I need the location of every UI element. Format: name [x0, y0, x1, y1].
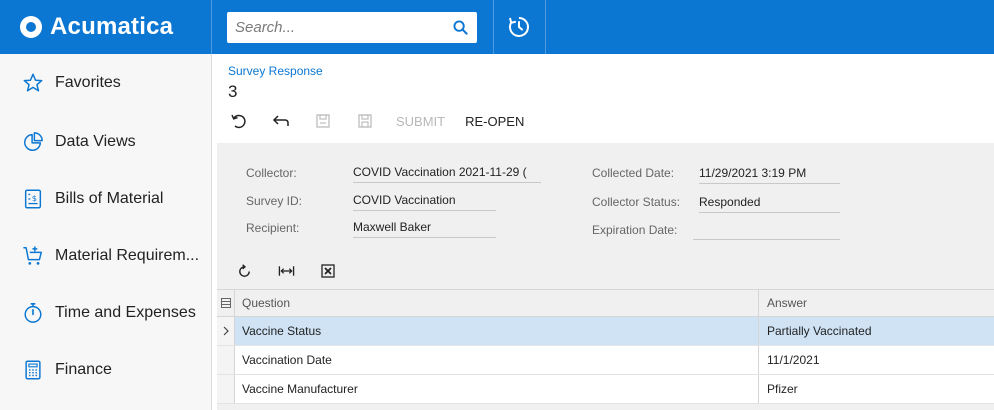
search-box[interactable] [227, 12, 477, 43]
column-selector-button[interactable] [217, 290, 235, 316]
breadcrumb[interactable]: Survey Response [228, 64, 323, 78]
search-input[interactable] [235, 19, 451, 36]
table-row[interactable]: Vaccine Status Partially Vaccinated [217, 317, 994, 346]
page-title: 3 [228, 82, 238, 101]
search-icon[interactable] [451, 19, 469, 37]
form-toolbar: SUBMIT RE-OPEN [228, 110, 544, 132]
main-content: Survey Response 3 SUBMIT RE-OPEN Collect… [212, 54, 994, 410]
stopwatch-icon [22, 302, 44, 324]
bill-icon: $ [22, 188, 44, 210]
collector-status-field[interactable]: Responded [699, 193, 840, 213]
collected-date-field[interactable]: 11/29/2021 3:19 PM [699, 164, 840, 184]
brand-name: Acumatica [50, 13, 174, 40]
sidebar-item-material-requirements[interactable]: Material Requirem... [0, 236, 211, 276]
save-and-close-button[interactable] [312, 110, 334, 132]
svg-text:$: $ [32, 193, 37, 203]
expiration-date-field[interactable] [693, 220, 840, 240]
answer-cell[interactable]: 11/1/2021 [759, 346, 994, 374]
survey-id-label: Survey ID: [246, 194, 303, 208]
pie-chart-icon [22, 131, 44, 153]
cart-plus-icon [22, 245, 44, 267]
logo[interactable]: Acumatica [0, 0, 211, 54]
submit-label: SUBMIT [396, 113, 446, 129]
question-cell[interactable]: Vaccine Status [235, 317, 759, 345]
sidebar-item-label: Finance [55, 361, 112, 378]
grid-header: Question Answer [217, 289, 994, 317]
acumatica-logo-icon [20, 16, 42, 38]
topbar-divider [211, 0, 212, 54]
refresh-button[interactable] [234, 261, 254, 281]
fit-to-screen-button[interactable] [276, 261, 296, 281]
undo-button[interactable] [228, 110, 250, 132]
refresh-icon [238, 263, 250, 277]
row-selector[interactable] [217, 346, 235, 374]
sidebar-item-label: Material Requirem... [55, 247, 200, 264]
star-icon [22, 72, 44, 94]
column-header-question[interactable]: Question [235, 290, 759, 316]
question-cell[interactable]: Vaccine Manufacturer [235, 375, 759, 403]
answer-cell[interactable]: Pfizer [759, 375, 994, 403]
collector-status-label: Collector Status: [592, 195, 681, 209]
reopen-label: RE-OPEN [465, 113, 525, 129]
chevron-right-icon [223, 326, 229, 336]
sidebar-item-favorites[interactable]: Favorites [0, 63, 211, 103]
sidebar-item-label: Favorites [55, 74, 121, 91]
sidebar-item-finance[interactable]: Finance [0, 350, 211, 390]
recipient-field[interactable]: Maxwell Baker [353, 218, 496, 238]
export-excel-button[interactable] [318, 261, 338, 281]
table-row[interactable]: Vaccination Date 11/1/2021 [217, 346, 994, 375]
collector-field[interactable]: COVID Vaccination 2021-11-29 ( [353, 163, 541, 183]
history-icon [509, 17, 529, 37]
recipient-label: Recipient: [246, 221, 300, 235]
save-icon [358, 114, 372, 128]
sidebar-item-data-views[interactable]: Data Views [0, 122, 211, 162]
collected-date-label: Collected Date: [592, 166, 675, 180]
grid-toolbar [234, 261, 360, 281]
fit-width-icon [278, 266, 294, 276]
recent-history-button[interactable] [494, 0, 544, 54]
sidebar-item-label: Time and Expenses [55, 304, 196, 321]
save-close-icon [316, 114, 330, 128]
question-cell[interactable]: Vaccination Date [235, 346, 759, 374]
form-panel: Collector: COVID Vaccination 2021-11-29 … [217, 143, 994, 410]
survey-id-field[interactable]: COVID Vaccination [353, 191, 496, 211]
save-button[interactable] [354, 110, 376, 132]
sidebar-item-time-and-expenses[interactable]: Time and Expenses [0, 293, 211, 333]
column-selector-icon [220, 298, 231, 308]
undo-icon [231, 114, 246, 129]
collector-label: Collector: [246, 166, 297, 180]
sidebar-item-label: Data Views [55, 133, 136, 150]
top-bar: Acumatica [0, 0, 994, 54]
sidebar: Favorites Data Views $ Bills of Material… [0, 54, 212, 410]
topbar-divider [545, 0, 546, 54]
questions-grid: Question Answer Vaccine Status Partially… [217, 289, 994, 404]
row-selector[interactable] [217, 375, 235, 403]
sidebar-item-bills-of-material[interactable]: $ Bills of Material [0, 179, 211, 219]
column-header-answer[interactable]: Answer [759, 290, 994, 316]
expiration-date-label: Expiration Date: [592, 223, 678, 237]
table-row[interactable]: Vaccine Manufacturer Pfizer [217, 375, 994, 404]
back-arrow-icon [272, 115, 289, 126]
excel-icon [321, 264, 335, 278]
row-selector[interactable] [217, 317, 235, 345]
answer-cell[interactable]: Partially Vaccinated [759, 317, 994, 345]
back-button[interactable] [270, 110, 292, 132]
sidebar-item-label: Bills of Material [55, 190, 164, 207]
calculator-icon [22, 359, 44, 381]
submit-button[interactable]: SUBMIT [396, 110, 445, 132]
reopen-button[interactable]: RE-OPEN [465, 110, 524, 132]
